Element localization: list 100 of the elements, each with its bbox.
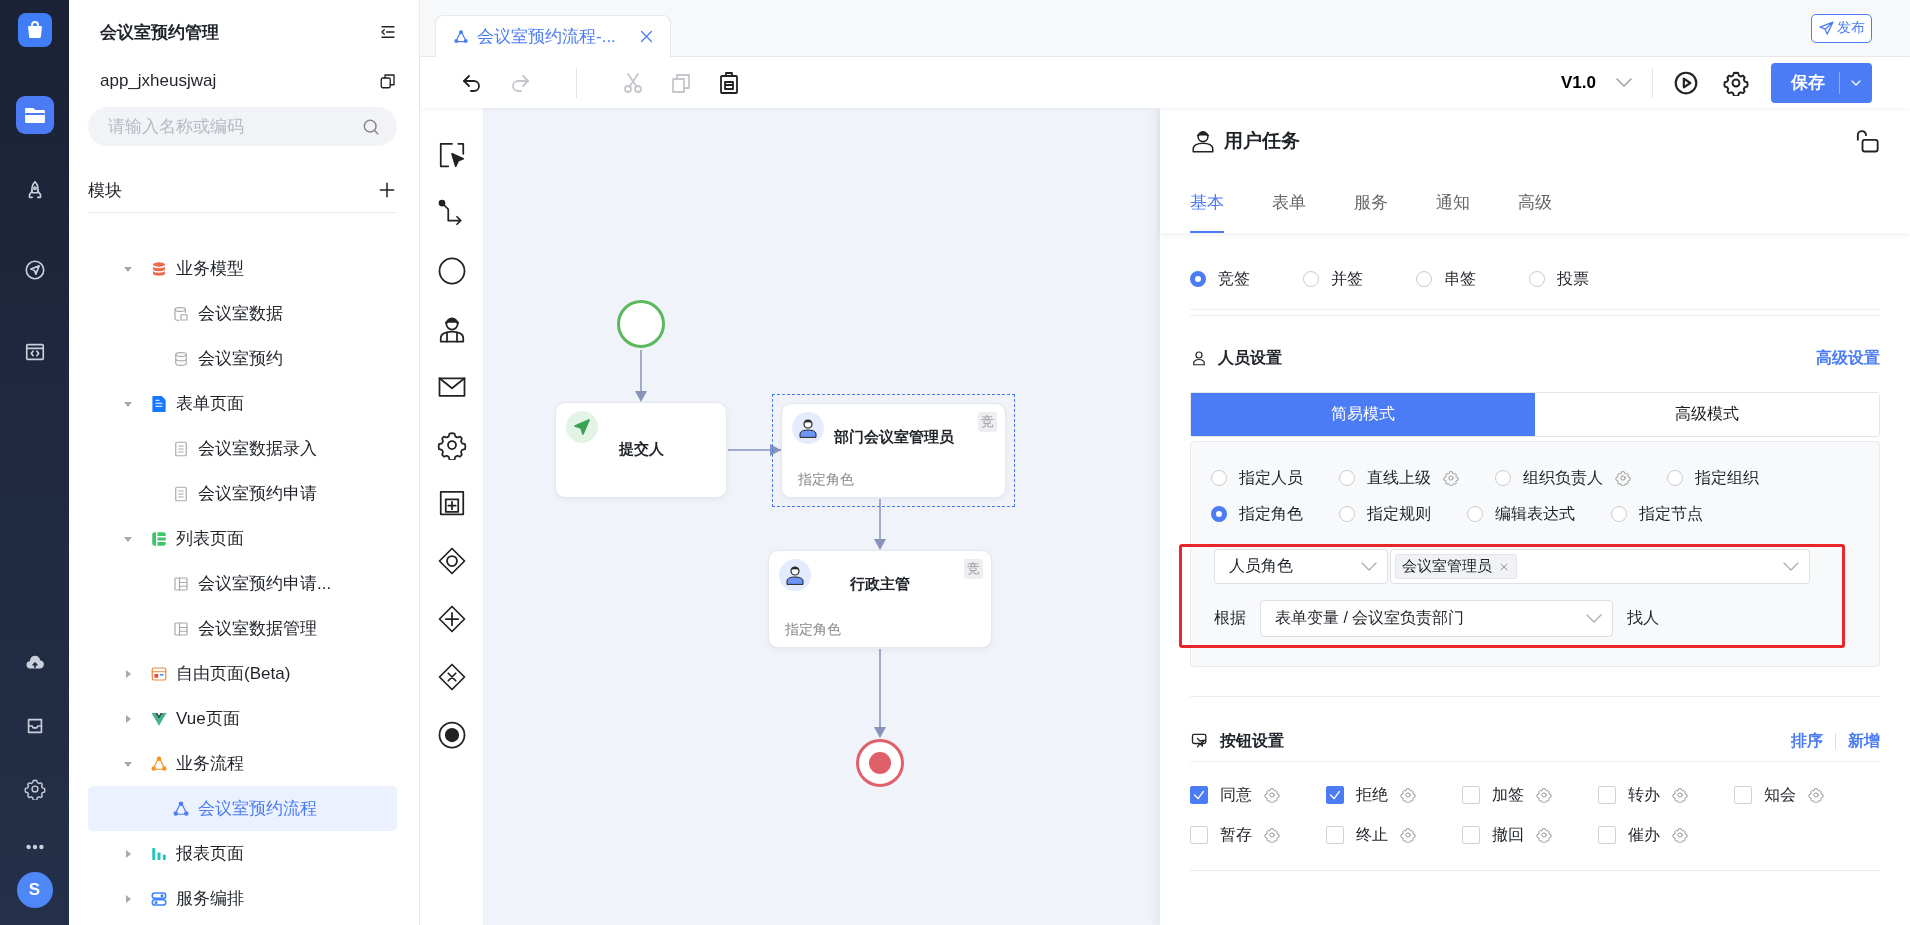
radio-option[interactable]: 编辑表达式 (1467, 503, 1575, 525)
publish-button[interactable]: 发布 (1811, 13, 1872, 43)
diamond-x-icon[interactable] (436, 662, 467, 692)
close-icon[interactable] (638, 28, 655, 45)
role-tag: 会议室管理员 (1395, 554, 1517, 579)
copy-icon[interactable] (379, 72, 397, 90)
panel-tab[interactable]: 高级 (1518, 173, 1552, 233)
radio-option[interactable]: 指定节点 (1611, 503, 1703, 525)
table-icon (172, 574, 190, 593)
chevron-down-icon (1783, 562, 1799, 571)
settings-icon[interactable] (436, 430, 467, 460)
basis-select[interactable]: 表单变量 / 会议室负责部门 (1260, 600, 1613, 637)
radio-option[interactable]: 竞签 (1190, 268, 1303, 290)
panel-tab[interactable]: 服务 (1354, 173, 1388, 233)
radio-button[interactable] (1339, 470, 1355, 486)
user-icon (779, 559, 811, 591)
radio-option[interactable]: 指定组织 (1667, 467, 1759, 489)
diamond-plus-icon[interactable] (436, 604, 467, 634)
task-node[interactable]: 行政主管 竞 指定角色 (768, 550, 992, 648)
checkbox[interactable] (1326, 786, 1344, 804)
play-icon[interactable] (1673, 69, 1699, 96)
tree-item[interactable]: Vue页面 (88, 696, 397, 741)
radio-button[interactable] (1303, 271, 1319, 287)
radio-button[interactable] (1529, 271, 1545, 287)
tree-item[interactable]: 服务编排 (88, 876, 397, 921)
radio-option[interactable]: 指定规则 (1339, 503, 1431, 525)
version-select[interactable]: V1.0 (1561, 72, 1632, 93)
radio-button[interactable] (1495, 470, 1511, 486)
tree-item[interactable]: 会议室预约申请 (88, 471, 397, 516)
user-icon (792, 412, 824, 444)
radio-button[interactable] (1211, 506, 1227, 522)
radio-button[interactable] (1211, 470, 1227, 486)
checkbox-option[interactable]: 拒绝 (1326, 782, 1462, 808)
radio-option[interactable]: 投票 (1529, 268, 1642, 290)
tree-item[interactable]: 会议室预约流程 (88, 786, 397, 831)
radio-option[interactable]: 直线上级 (1339, 467, 1459, 489)
tree-item[interactable]: 列表页面 (88, 516, 397, 561)
paste-icon[interactable] (717, 70, 741, 95)
node-badge: 竞 (978, 412, 997, 432)
send-icon (566, 411, 598, 443)
panel-tab[interactable]: 表单 (1272, 173, 1306, 233)
section-heading: 人员设置 (1218, 347, 1282, 368)
editor-tab[interactable]: 会议室预约流程-... (435, 15, 671, 57)
radio-option[interactable]: 指定人员 (1211, 467, 1303, 489)
start-event[interactable] (617, 300, 665, 348)
radio-button[interactable] (1667, 470, 1683, 486)
checkbox-option[interactable]: 同意 (1190, 782, 1326, 808)
section-link[interactable]: 排序 (1791, 730, 1823, 752)
tree-item[interactable]: 会议室数据管理 (88, 606, 397, 651)
node-title: 提交人 (617, 440, 665, 459)
tree-item[interactable]: 自由页面(Beta) (88, 651, 397, 696)
mode-option[interactable]: 简易模式 (1191, 393, 1535, 436)
task-node[interactable]: 部门会议室管理员 竞 指定角色 (781, 403, 1006, 498)
bag-icon[interactable] (17, 13, 52, 47)
plus-icon[interactable] (377, 180, 397, 200)
chevron-down-icon (1616, 78, 1632, 87)
radio-option[interactable]: 指定角色 (1211, 503, 1303, 525)
checkbox[interactable] (1190, 786, 1208, 804)
settings-icon[interactable] (23, 778, 46, 800)
node-note: 指定角色 (785, 621, 841, 639)
task-node[interactable]: 提交人 (555, 402, 727, 498)
tree-item[interactable]: 会议室数据 (88, 291, 397, 336)
tree-item[interactable]: 会议室预约申请... (88, 561, 397, 606)
tree-item[interactable]: 报表页面 (88, 831, 397, 876)
radio-option[interactable]: 组织负责人 (1495, 467, 1631, 489)
collapse-menu-icon[interactable] (379, 23, 397, 41)
radio-option[interactable]: 串签 (1416, 268, 1529, 290)
radio-button[interactable] (1190, 271, 1206, 287)
panel-tab[interactable]: 基本 (1190, 173, 1224, 233)
radio-option[interactable]: 并签 (1303, 268, 1416, 290)
end-event[interactable] (856, 739, 904, 787)
button-settings-icon (1190, 731, 1210, 751)
send-icon[interactable] (23, 259, 46, 281)
tree-item[interactable]: 表单页面 (88, 381, 397, 426)
search-field[interactable]: 请输入名称或编码 (88, 107, 397, 146)
tree-item[interactable]: 会议室预约 (88, 336, 397, 381)
app-code: app_jxheusjwaj (100, 71, 217, 91)
code-window-icon[interactable] (23, 341, 46, 363)
role-select[interactable]: 会议室管理员 (1390, 549, 1810, 584)
tree-item[interactable]: 业务模型 (88, 246, 397, 291)
advanced-settings-link[interactable]: 高级设置 (1816, 347, 1880, 369)
tree-item[interactable]: 业务流程 (88, 741, 397, 786)
circle-icon[interactable] (436, 256, 467, 286)
chevron-down-icon (1361, 562, 1377, 571)
record-icon[interactable] (436, 720, 467, 750)
folder-icon[interactable] (15, 96, 54, 134)
role-type-select[interactable]: 人员角色 (1214, 549, 1388, 584)
tree-item[interactable]: 会议室数据录入 (88, 426, 397, 471)
workflow-icon (453, 28, 469, 45)
node-title: 部门会议室管理员 (832, 428, 955, 447)
settings-icon[interactable] (1723, 69, 1749, 96)
document-icon (172, 484, 190, 503)
search-icon (361, 117, 381, 137)
radio-button[interactable] (1467, 506, 1483, 522)
panel-tab[interactable]: 通知 (1436, 173, 1470, 233)
save-button[interactable]: 保存 (1771, 62, 1872, 103)
radio-button[interactable] (1339, 506, 1355, 522)
section-link[interactable]: 新增 (1848, 730, 1880, 752)
radio-button[interactable] (1416, 271, 1432, 287)
radio-button[interactable] (1611, 506, 1627, 522)
